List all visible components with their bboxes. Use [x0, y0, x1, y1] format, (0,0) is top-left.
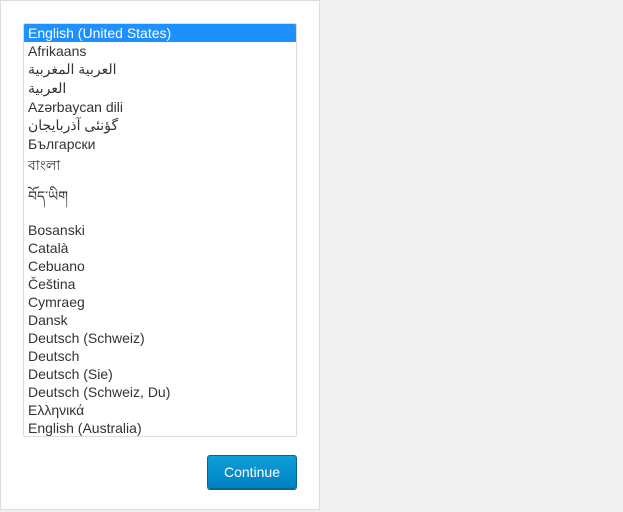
continue-button[interactable]: Continue — [207, 455, 297, 489]
language-option[interactable]: English (United States) — [24, 24, 296, 42]
language-option[interactable]: Deutsch — [24, 347, 296, 365]
language-option[interactable]: བོད་ཡིག — [24, 179, 296, 221]
language-option[interactable]: English (Australia) — [24, 419, 296, 437]
language-setup-panel: English (United States)Afrikaansالعربية … — [0, 0, 320, 510]
language-option[interactable]: Deutsch (Schweiz) — [24, 329, 296, 347]
language-option[interactable]: Ελληνικά — [24, 401, 296, 419]
language-option[interactable]: Dansk — [24, 311, 296, 329]
button-row: Continue — [23, 455, 297, 489]
language-option[interactable]: বাংলা — [24, 153, 296, 179]
language-option[interactable]: Afrikaans — [24, 42, 296, 60]
language-option[interactable]: گؤنئی آذربایجان — [24, 116, 296, 135]
language-option[interactable]: Cymraeg — [24, 293, 296, 311]
language-option[interactable]: Català — [24, 239, 296, 257]
language-option[interactable]: Deutsch (Sie) — [24, 365, 296, 383]
language-option[interactable]: Azərbaycan dili — [24, 98, 296, 116]
language-option[interactable]: Български — [24, 135, 296, 153]
language-option[interactable]: العربية المغربية — [24, 60, 296, 79]
language-option[interactable]: Cebuano — [24, 257, 296, 275]
language-option[interactable]: العربية — [24, 79, 296, 98]
language-option[interactable]: Deutsch (Schweiz, Du) — [24, 383, 296, 401]
language-option[interactable]: Čeština — [24, 275, 296, 293]
language-select[interactable]: English (United States)Afrikaansالعربية … — [23, 23, 297, 437]
language-option[interactable]: Bosanski — [24, 221, 296, 239]
